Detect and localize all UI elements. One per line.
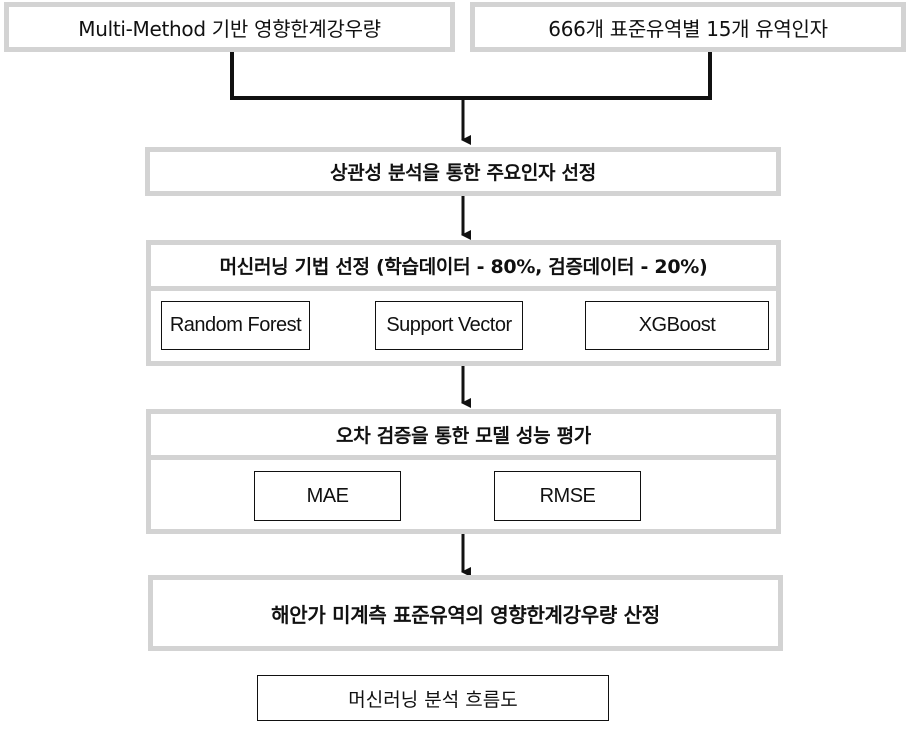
step-output-label: 해안가 미계측 표준유역의 영향한계강우량 산정 xyxy=(271,602,660,627)
step-output-box: 해안가 미계측 표준유역의 영향한계강우량 산정 xyxy=(148,575,783,651)
divider xyxy=(151,455,776,460)
step-ml-selection-label: 머신러닝 기법 선정 (학습데이터 - 80%, 검증데이터 - 20%) xyxy=(219,256,708,278)
figure-caption: 머신러닝 분석 흐름도 xyxy=(257,675,609,721)
step-evaluation-label: 오차 검증을 통한 모델 성능 평가 xyxy=(336,425,591,447)
step-evaluation-box: 오차 검증을 통한 모델 성능 평가 MAE RMSE xyxy=(146,409,781,534)
step-correlation-label: 상관성 분석을 통한 주요인자 선정 xyxy=(330,162,596,184)
divider xyxy=(151,286,776,291)
input-box-rainfall: Multi-Method 기반 영향한계강우량 xyxy=(4,2,455,52)
metric-rmse: RMSE xyxy=(494,471,641,521)
step-ml-selection-box: 머신러닝 기법 선정 (학습데이터 - 80%, 검증데이터 - 20%) Ra… xyxy=(146,240,781,366)
merge-connector xyxy=(230,50,712,100)
step-correlation-box: 상관성 분석을 통한 주요인자 선정 xyxy=(145,147,781,196)
method-support-vector: Support Vector xyxy=(375,301,523,350)
input-box-watershed-factors: 666개 표준유역별 15개 유역인자 xyxy=(470,2,906,52)
input-label-rainfall: Multi-Method 기반 영향한계강우량 xyxy=(78,16,381,41)
method-random-forest: Random Forest xyxy=(161,301,310,350)
metric-mae: MAE xyxy=(254,471,401,521)
method-xgboost: XGBoost xyxy=(585,301,769,350)
input-label-watershed-factors: 666개 표준유역별 15개 유역인자 xyxy=(548,16,828,41)
